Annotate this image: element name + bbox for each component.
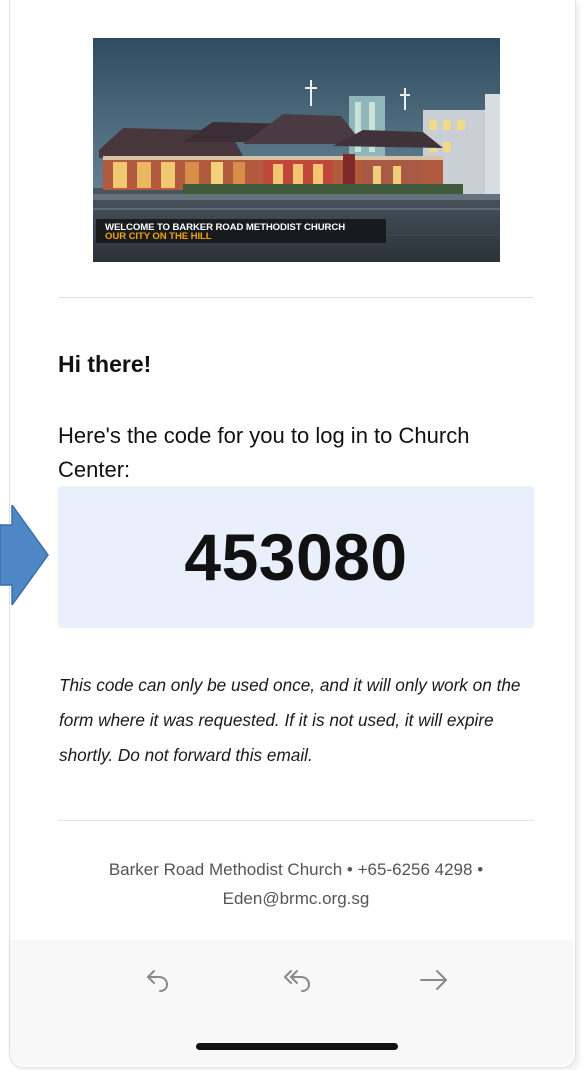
pointer-arrow-icon xyxy=(0,505,49,605)
banner-tagline-text: OUR CITY ON THE HILL xyxy=(105,231,212,242)
home-indicator[interactable] xyxy=(196,1043,398,1050)
reply-button[interactable] xyxy=(136,960,180,1000)
divider-bottom xyxy=(58,820,534,821)
login-code-box: 453080 xyxy=(58,486,534,628)
forward-button[interactable] xyxy=(412,960,456,1000)
greeting-heading: Hi there! xyxy=(58,351,152,377)
church-contact-footer: Barker Road Methodist Church • +65-6256 … xyxy=(108,860,484,908)
forward-icon xyxy=(420,970,447,990)
login-code[interactable]: 453080 xyxy=(58,519,534,595)
banner-caption: WELCOME TO BARKER ROAD METHODIST CHURCH … xyxy=(96,219,386,243)
divider-top xyxy=(58,297,534,298)
code-usage-notice: This code can only be used once, and it … xyxy=(59,675,521,765)
reply-all-icon xyxy=(284,970,311,992)
intro-text: Here's the code for you to log in to Chu… xyxy=(58,423,470,482)
church-banner-image: WELCOME TO BARKER ROAD METHODIST CHURCH … xyxy=(93,38,500,262)
reply-icon xyxy=(147,970,169,992)
reply-all-button[interactable] xyxy=(276,960,320,1000)
